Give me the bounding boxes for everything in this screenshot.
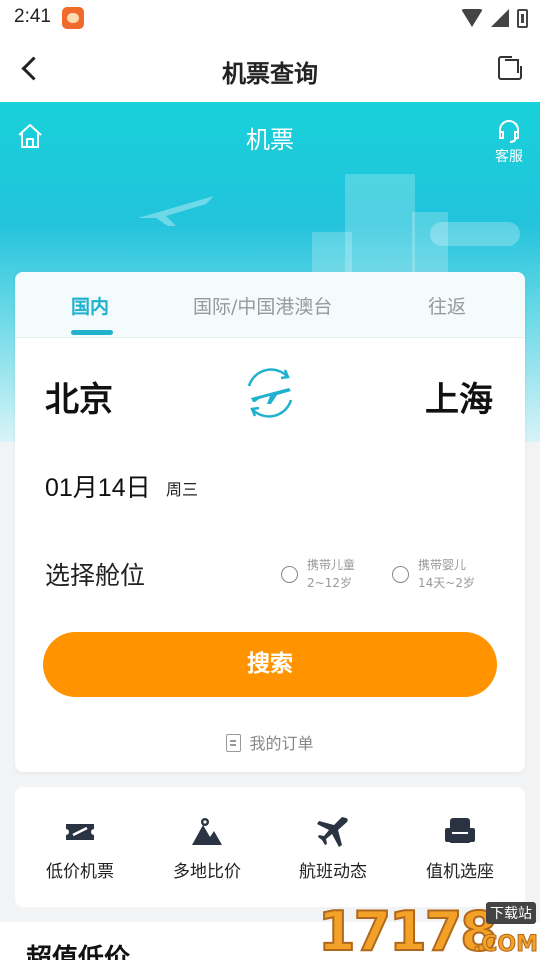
feature-flight-status[interactable]: 航班动态 [268, 815, 398, 882]
my-orders-label: 我的订单 [249, 734, 314, 753]
headset-icon [499, 120, 519, 143]
departure-weekday: 周三 [166, 480, 199, 499]
mountain-icon [192, 818, 222, 845]
infant-radio[interactable] [392, 566, 409, 583]
infant-option-age: 14天~2岁 [418, 576, 475, 590]
customer-service-button[interactable]: 客服 [492, 118, 526, 166]
watermark-suffix: .COM [472, 932, 538, 958]
cloud-decoration [430, 222, 520, 246]
infant-option-label: 携带婴儿 [418, 558, 467, 572]
customer-service-label: 客服 [495, 149, 523, 165]
site-watermark: 17178 下载站 .COM [317, 898, 540, 960]
arrival-city[interactable]: 上海 [425, 372, 493, 421]
status-bar: 2:41 [0, 0, 540, 36]
feature-label: 值机选座 [426, 862, 494, 882]
nav-bar: 机票查询 [0, 36, 540, 102]
feature-price-compare[interactable]: 多地比价 [142, 815, 272, 882]
wifi-icon [461, 9, 483, 27]
watermark-tag: 下载站 [486, 902, 536, 924]
swap-cities-icon[interactable] [241, 364, 299, 422]
clipboard-icon [226, 734, 242, 752]
my-orders-link[interactable]: 我的订单 [15, 730, 525, 754]
feature-label: 多地比价 [173, 862, 241, 882]
search-button[interactable]: 搜索 [43, 632, 497, 697]
active-tab-indicator [71, 330, 113, 335]
watermark-number: 17178 [317, 899, 499, 960]
feature-grid: 低价机票 多地比价 航班动态 值机选座 [15, 787, 525, 907]
departure-date[interactable]: 01月14日 [45, 468, 151, 504]
child-option-label: 携带儿童 [307, 558, 356, 572]
app-notification-icon [62, 7, 84, 29]
banner-title: 机票 [246, 126, 294, 154]
signal-icon [491, 9, 509, 27]
plane-decoration [138, 196, 214, 226]
page-title: 机票查询 [222, 60, 318, 88]
battery-icon [517, 8, 528, 28]
tab-domestic[interactable]: 国内 [71, 292, 109, 319]
tab-round-trip[interactable]: 往返 [428, 292, 466, 319]
child-radio[interactable] [281, 566, 298, 583]
cabin-selector[interactable]: 选择舱位 [45, 556, 145, 592]
seat-icon [445, 818, 475, 843]
airplane-icon [317, 817, 348, 847]
feature-cheap-tickets[interactable]: 低价机票 [15, 815, 145, 882]
departure-city[interactable]: 北京 [45, 372, 113, 421]
child-option-age: 2~12岁 [307, 576, 352, 590]
feature-label: 航班动态 [299, 862, 367, 882]
feature-check-in-seat[interactable]: 值机选座 [395, 815, 525, 882]
feature-label: 低价机票 [46, 862, 114, 882]
status-time: 2:41 [14, 6, 51, 27]
section-title: 超值低价 [26, 944, 131, 960]
ticket-icon [66, 824, 94, 840]
status-icons [461, 7, 528, 29]
trip-type-tabs: 国内 国际/中国港澳台 往返 [15, 272, 525, 338]
tab-international[interactable]: 国际/中国港澳台 [193, 292, 332, 319]
booking-card: 国内 国际/中国港澳台 往返 北京 上海 01月14日 周三 选择舱位 携带儿童… [15, 272, 525, 772]
share-icon[interactable] [498, 54, 524, 80]
